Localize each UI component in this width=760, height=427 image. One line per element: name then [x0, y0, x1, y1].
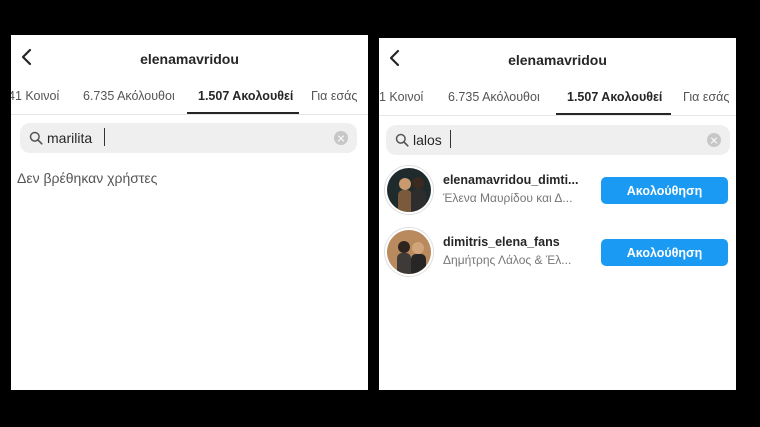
tab-followers[interactable]: 6.735 Ακόλουθοι: [83, 89, 175, 103]
profile-title: elenamavridou: [140, 51, 239, 67]
tab-for-you[interactable]: Για εσάς: [311, 89, 357, 103]
left-screenshot: elenamavridou 41 Κοινοί 6.735 Ακόλουθοι …: [11, 35, 368, 390]
search-input[interactable]: [413, 130, 683, 150]
tab-for-you[interactable]: Για εσάς: [683, 90, 729, 104]
result-fullname: Έλενα Μαυρίδου και Δ...: [443, 191, 573, 205]
profile-photo-icon: [387, 168, 431, 212]
tab-followers[interactable]: 6.735 Ακόλουθοι: [448, 90, 540, 104]
profile-photo-icon: [387, 230, 431, 274]
follow-button[interactable]: Ακολούθηση: [601, 177, 728, 204]
tab-bar: 1 Κοινοί 6.735 Ακόλουθοι 1.507 Ακολουθεί…: [379, 82, 736, 116]
follow-button[interactable]: Ακολούθηση: [601, 239, 728, 266]
tab-mutual[interactable]: 1 Κοινοί: [379, 90, 423, 104]
result-fullname: Δημήτρης Λάλος & Έλ...: [443, 253, 572, 267]
search-icon: [395, 133, 409, 147]
tab-mutual[interactable]: 41 Κοινοί: [11, 89, 59, 103]
search-bar[interactable]: [20, 123, 357, 153]
clear-search-icon[interactable]: [334, 131, 348, 145]
avatar[interactable]: [385, 166, 433, 214]
search-input[interactable]: [47, 128, 317, 148]
right-screenshot: elenamavridou 1 Κοινοί 6.735 Ακόλουθοι 1…: [379, 38, 736, 390]
search-bar[interactable]: [386, 125, 730, 155]
tab-bar: 41 Κοινοί 6.735 Ακόλουθοι 1.507 Ακολουθε…: [11, 81, 368, 115]
text-caret: [104, 128, 105, 146]
search-icon: [29, 131, 43, 145]
divider: [11, 114, 368, 115]
result-username[interactable]: elenamavridou_dimti...: [443, 173, 578, 187]
no-results-message: Δεν βρέθηκαν χρήστες: [17, 170, 158, 186]
text-caret: [450, 130, 451, 148]
header: elenamavridou: [379, 38, 736, 80]
list-item[interactable]: elenamavridou_dimti... Έλενα Μαυρίδου κα…: [379, 166, 736, 220]
tab-following[interactable]: 1.507 Ακολουθεί: [198, 89, 293, 103]
profile-title: elenamavridou: [508, 52, 607, 68]
tab-following[interactable]: 1.507 Ακολουθεί: [567, 90, 662, 104]
header: elenamavridou: [11, 35, 368, 77]
avatar[interactable]: [385, 228, 433, 276]
list-item[interactable]: dimitris_elena_fans Δημήτρης Λάλος & Έλ.…: [379, 228, 736, 282]
result-username[interactable]: dimitris_elena_fans: [443, 235, 560, 249]
clear-search-icon[interactable]: [707, 133, 721, 147]
divider: [379, 115, 736, 116]
